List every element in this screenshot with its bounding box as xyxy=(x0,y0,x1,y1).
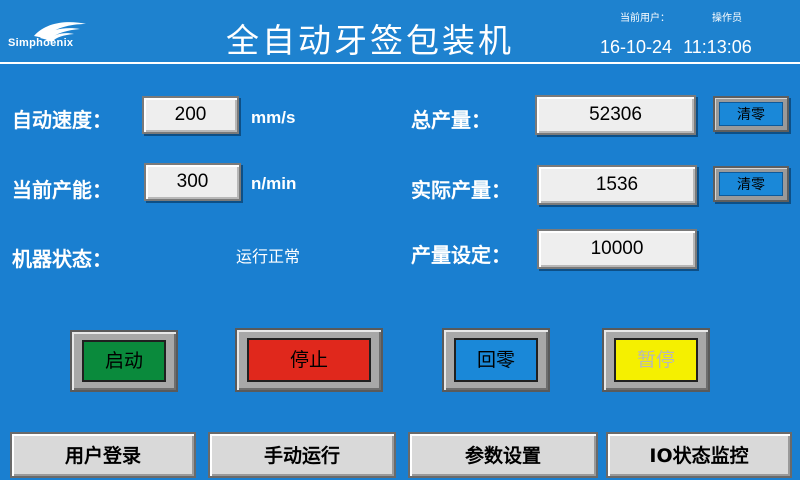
total-output-field: 52306 xyxy=(535,95,696,135)
capacity-label: 当前产能： xyxy=(12,178,112,202)
nav-params-button[interactable]: 参数设置 xyxy=(408,432,598,478)
actual-output-label: 实际产量： xyxy=(411,178,511,202)
speed-unit: mm/s xyxy=(251,108,296,127)
nav-login-button[interactable]: 用户登录 xyxy=(10,432,196,478)
total-output-label: 总产量： xyxy=(411,108,491,132)
time: 11:13:06 xyxy=(683,37,752,57)
actual-output-clear-label: 清零 xyxy=(719,172,783,196)
actual-output-clear-button[interactable]: 清零 xyxy=(713,166,789,202)
current-user: 操作员 xyxy=(712,13,742,24)
machine-state-value: 运行正常 xyxy=(236,247,301,266)
capacity-unit: n/min xyxy=(251,174,297,193)
stop-button[interactable]: 停止 xyxy=(235,328,383,392)
stop-button-label: 停止 xyxy=(247,338,371,382)
speed-field[interactable]: 200 xyxy=(142,96,239,134)
nav-manual-button[interactable]: 手动运行 xyxy=(208,432,396,478)
total-output-clear-label: 清零 xyxy=(719,102,783,126)
home-button-label: 回零 xyxy=(454,338,538,382)
output-setting-label: 产量设定： xyxy=(411,243,511,267)
start-button[interactable]: 启动 xyxy=(70,330,178,392)
nav-io-button[interactable]: IO状态监控 xyxy=(606,432,792,478)
total-output-clear-button[interactable]: 清零 xyxy=(713,96,789,132)
date: 16-10-24 xyxy=(600,37,673,57)
pause-button[interactable]: 暂停 xyxy=(602,328,710,392)
speed-label: 自动速度： xyxy=(12,108,112,132)
machine-state-label: 机器状态： xyxy=(12,247,112,271)
home-button[interactable]: 回零 xyxy=(442,328,550,392)
actual-output-field: 1536 xyxy=(537,165,697,205)
output-setting-field[interactable]: 10000 xyxy=(537,229,697,269)
capacity-field[interactable]: 300 xyxy=(144,163,241,201)
datetime: 16-10-24 11:13:06 xyxy=(600,37,752,58)
current-user-label: 当前用户： xyxy=(620,13,670,24)
start-button-label: 启动 xyxy=(82,340,166,382)
pause-button-label: 暂停 xyxy=(614,338,698,382)
